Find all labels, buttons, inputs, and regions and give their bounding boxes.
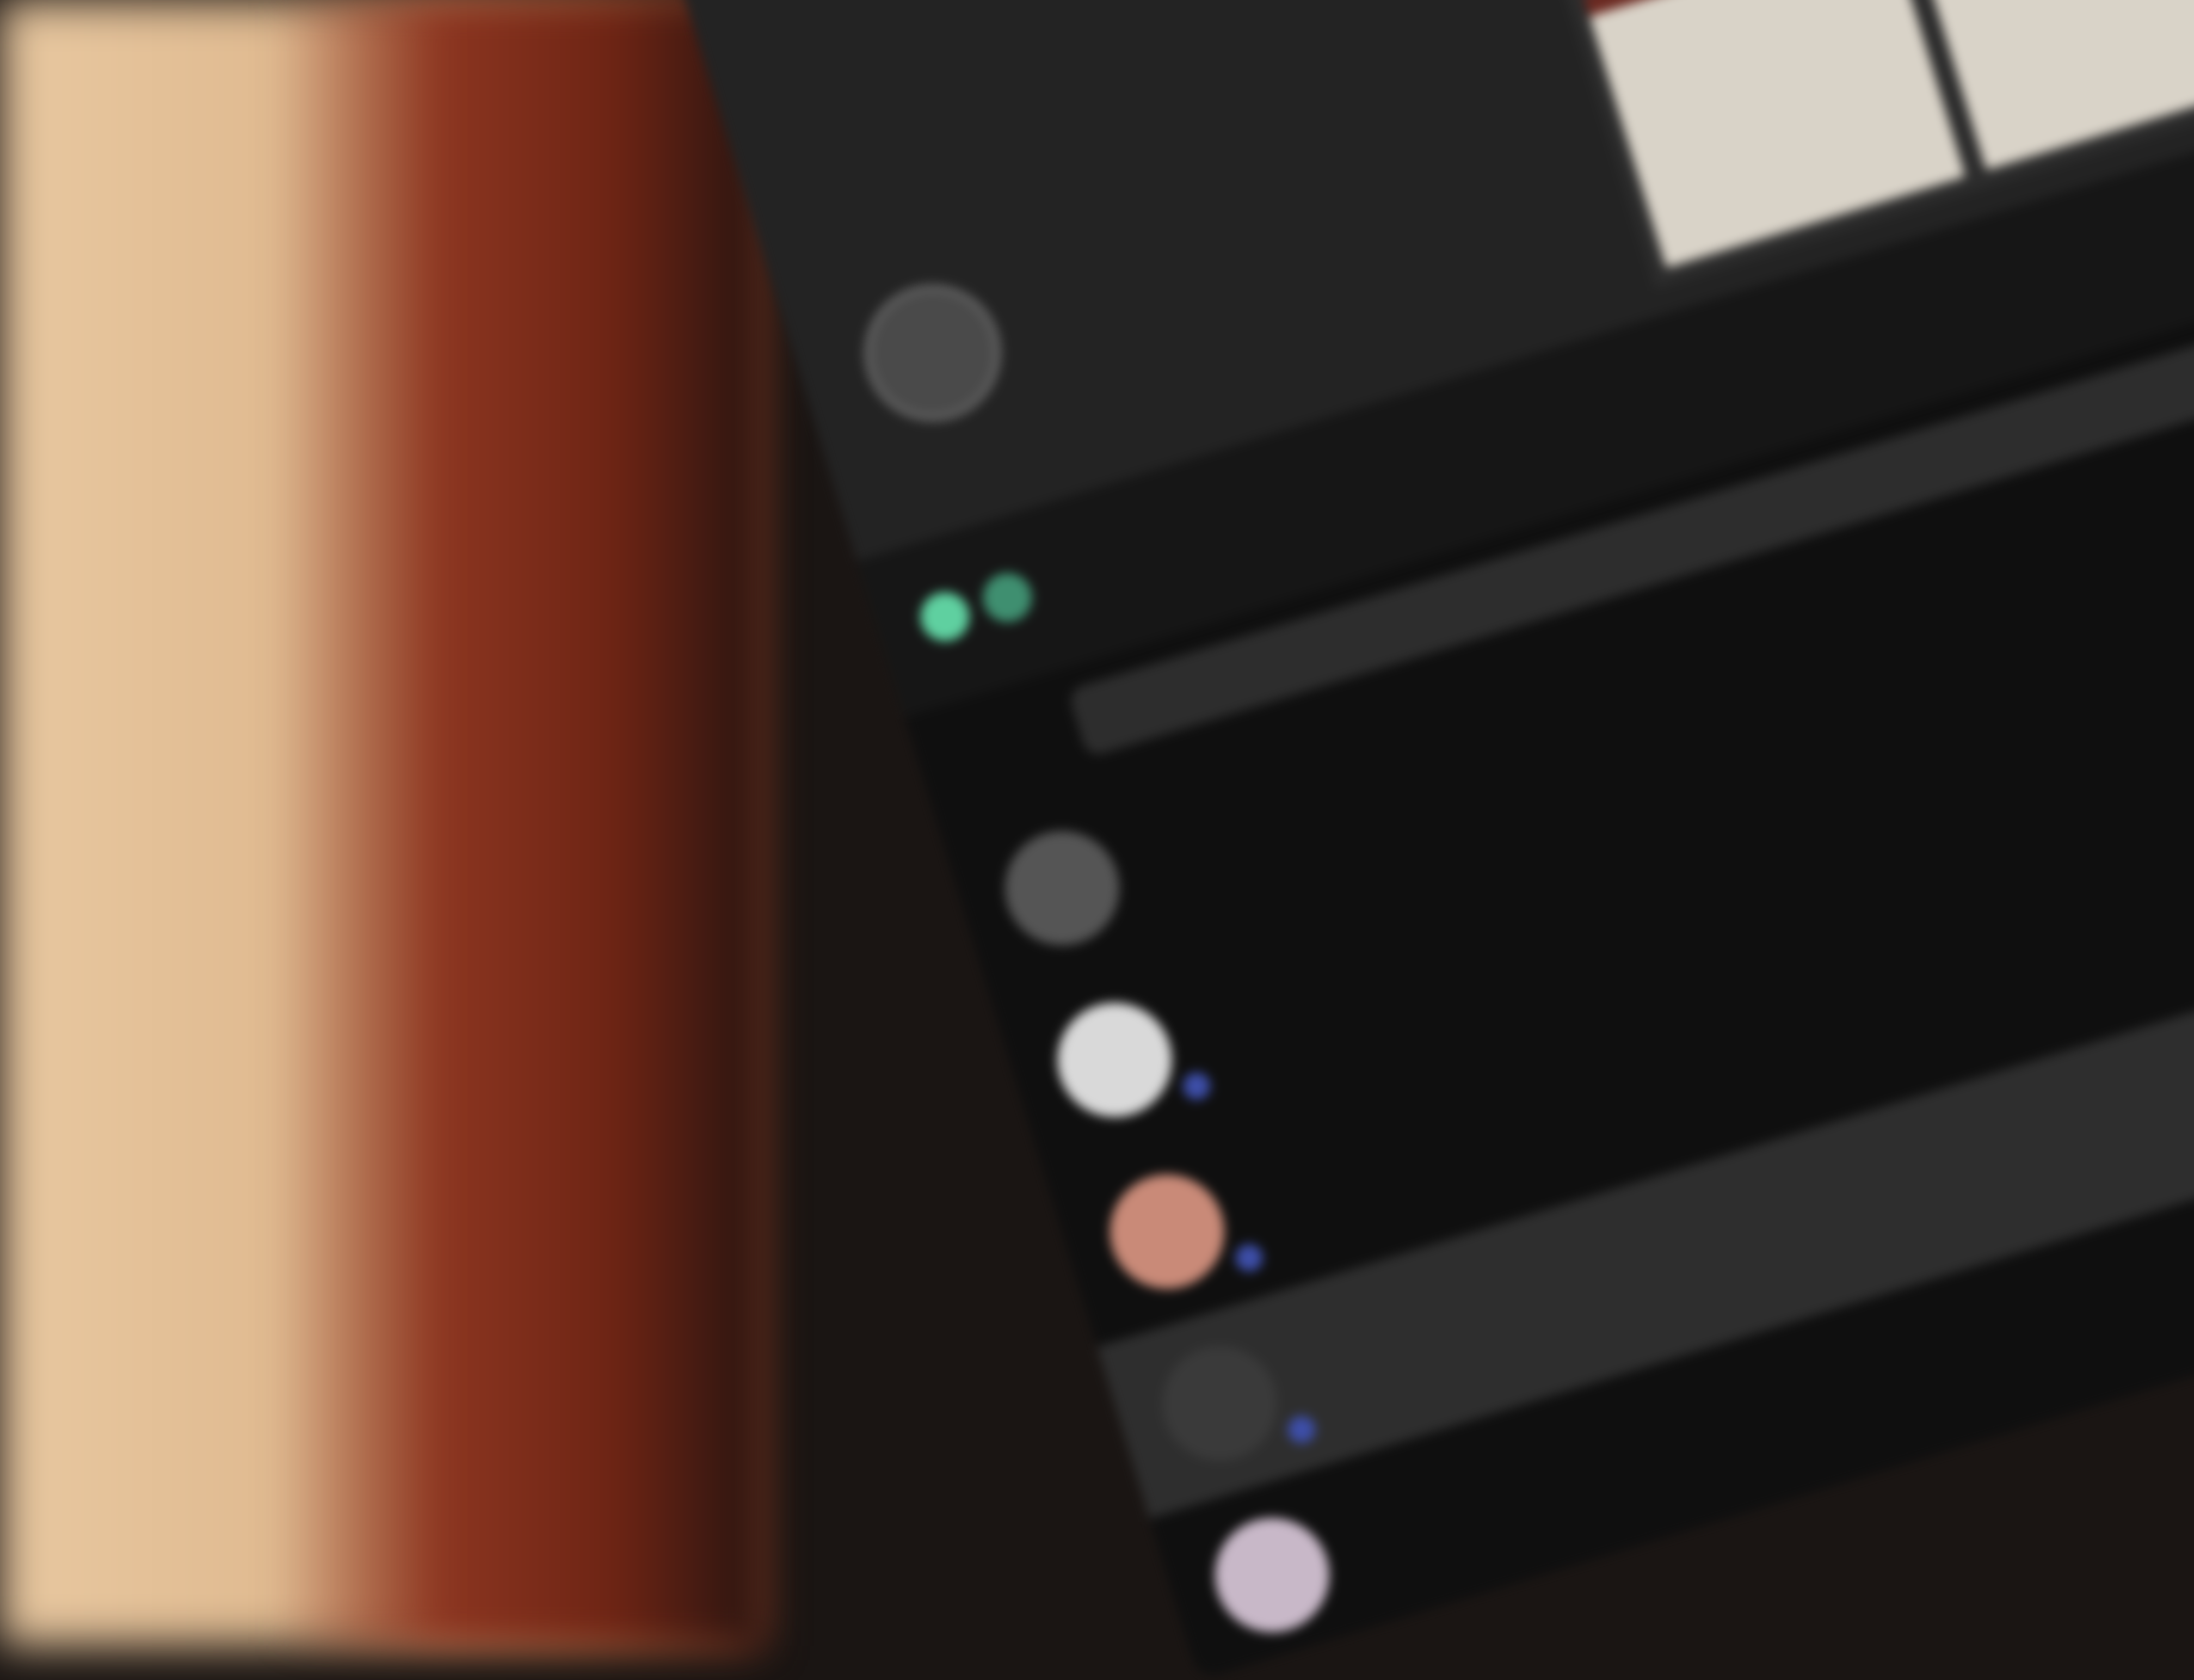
unread-dot-icon — [1179, 1069, 1214, 1103]
avatar — [990, 816, 1134, 960]
unread-dot-icon — [1232, 1240, 1266, 1275]
status-dot-icon — [977, 567, 1038, 629]
wooden-desk-edge — [272, 0, 762, 1646]
story-label — [989, 192, 1324, 360]
avatar — [1095, 1160, 1238, 1303]
avatar — [1200, 1504, 1343, 1647]
device-screen — [642, 0, 2194, 1680]
media-thumbnail[interactable] — [1582, 0, 1966, 268]
status-dot-icon — [914, 586, 976, 648]
unread-dot-icon — [1284, 1412, 1319, 1447]
avatar — [1043, 988, 1186, 1131]
avatar — [1148, 1332, 1291, 1475]
